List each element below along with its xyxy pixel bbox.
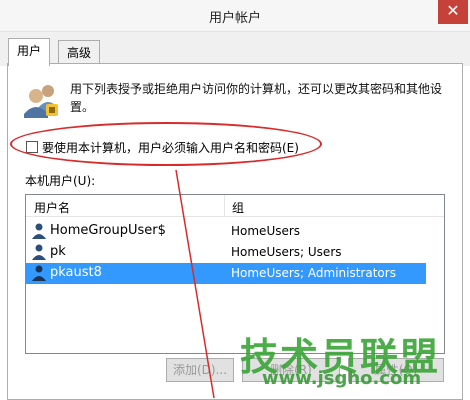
tab-users[interactable]: 用户 — [8, 38, 51, 66]
watermark-url: www.jsgho.com — [262, 368, 422, 389]
